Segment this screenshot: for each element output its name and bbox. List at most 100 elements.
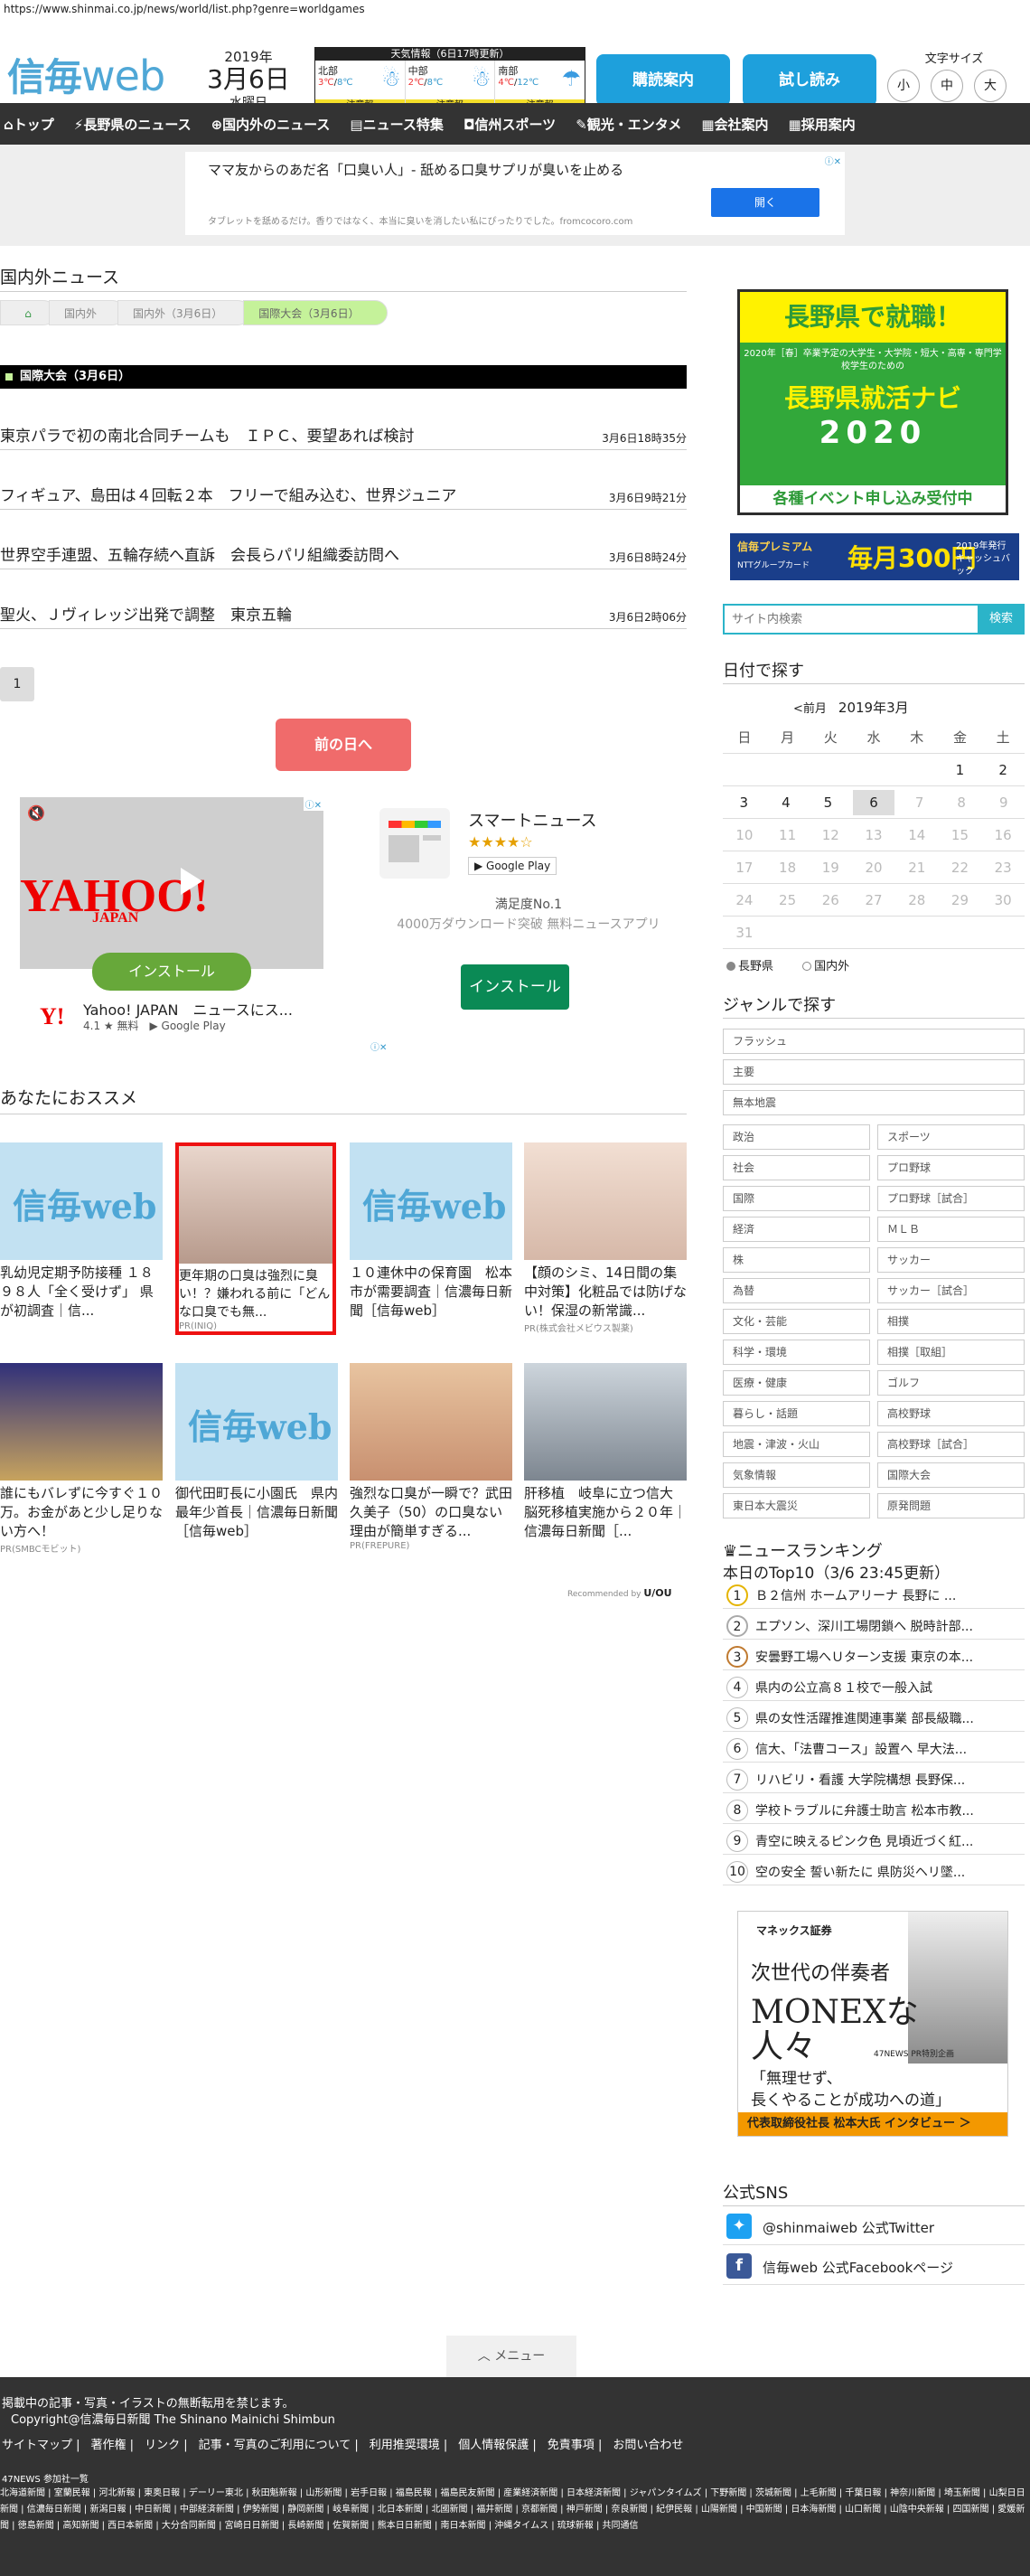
genre-item[interactable]: 科学・環境 bbox=[723, 1340, 870, 1365]
footer-link[interactable]: 免責事項 bbox=[548, 2439, 595, 2452]
subscribe-button[interactable]: 購読案内 bbox=[596, 54, 730, 107]
recommend-card[interactable]: 【顔のシミ、14日間の集中対策】化粧品では防げない！保湿の新常識... PR(株… bbox=[524, 1142, 687, 1334]
footer-link[interactable]: 利用推奨環境 bbox=[370, 2439, 440, 2452]
ranking-item[interactable]: 5 県の女性活躍推進関連事業 部長級職... bbox=[723, 1705, 1025, 1732]
ranking-item[interactable]: 10 空の安全 誓い新たに 県防災ヘリ墜... bbox=[723, 1858, 1025, 1885]
genre-item[interactable]: ＭＬＢ bbox=[877, 1217, 1025, 1242]
genre-item[interactable]: 株 bbox=[723, 1247, 870, 1273]
footer-link[interactable]: 記事・写真のご利用について bbox=[199, 2439, 351, 2452]
smartnews-install-button[interactable]: インストール bbox=[461, 964, 569, 1010]
mute-icon[interactable]: 🔇 bbox=[27, 804, 45, 822]
genre-item[interactable]: フラッシュ bbox=[723, 1029, 1025, 1054]
ranking-item[interactable]: 2 エプソン、深川工場閉鎖へ 脱時計部... bbox=[723, 1612, 1025, 1640]
shukatsu-banner[interactable]: 長野県で就職！ 2020年［春］卒業予定の大学生・大学院・短大・高専・専門学校学… bbox=[737, 289, 1008, 515]
nav-recruit[interactable]: ▦採用案内 bbox=[789, 115, 856, 134]
genre-item[interactable]: プロ野球［試合］ bbox=[877, 1186, 1025, 1211]
recommend-card[interactable]: 強烈な口臭が一瞬で？武田久美子（50）の口臭ない理由が簡単すぎる... PR(F… bbox=[350, 1363, 512, 1551]
genre-item[interactable]: 主要 bbox=[723, 1059, 1025, 1085]
genre-item[interactable]: 原発問題 bbox=[877, 1493, 1025, 1518]
nav-tourism[interactable]: ✎観光・エンタメ bbox=[576, 115, 681, 134]
search-input[interactable] bbox=[723, 604, 979, 635]
footer-link[interactable]: サイトマップ bbox=[2, 2439, 72, 2452]
nav-sports[interactable]: ◘信州スポーツ bbox=[464, 115, 556, 134]
genre-item[interactable]: 高校野球［試合］ bbox=[877, 1432, 1025, 1457]
genre-item[interactable]: 相撲［取組］ bbox=[877, 1340, 1025, 1365]
genre-item[interactable]: 気象情報 bbox=[723, 1462, 870, 1488]
nav-features[interactable]: ▤ニュース特集 bbox=[350, 115, 443, 134]
genre-item[interactable]: 政治 bbox=[723, 1124, 870, 1150]
genre-item[interactable]: 経済 bbox=[723, 1217, 870, 1242]
prev-day-button[interactable]: 前の日へ bbox=[276, 719, 411, 771]
ad-choices-icon[interactable]: ⓘ✕ bbox=[370, 1039, 387, 1053]
ranking-item[interactable]: 3 安曇野工場へＵターン支援 東京の本... bbox=[723, 1643, 1025, 1670]
nav-nagano[interactable]: ⚡長野県のニュース bbox=[74, 115, 192, 134]
genre-item[interactable]: サッカー bbox=[877, 1247, 1025, 1273]
footer-link[interactable]: お問い合わせ bbox=[613, 2439, 683, 2452]
radio-nagano[interactable]: 長野県 bbox=[726, 960, 786, 973]
calendar-day[interactable]: 2 bbox=[981, 762, 1025, 778]
twitter-link[interactable]: ✦ @shinmaiweb 公式Twitter bbox=[723, 2207, 1025, 2245]
footer-papers[interactable]: 北海道新聞 | 室蘭民報 | 河北新報 | 東奥日報 | デーリー東北 | 秋田… bbox=[0, 2486, 1030, 2534]
ad-choices-icon[interactable]: ⓘ✕ bbox=[825, 154, 841, 167]
nav-company[interactable]: ▦会社案内 bbox=[701, 115, 768, 134]
footer-link[interactable]: リンク bbox=[145, 2439, 180, 2452]
genre-item[interactable]: 社会 bbox=[723, 1155, 870, 1180]
trial-button[interactable]: 試し読み bbox=[743, 54, 876, 107]
recommend-card[interactable]: 信毎web 乳幼児定期予防接種 １８９８人「全く受けず」 県が初調査｜信... bbox=[0, 1142, 163, 1321]
genre-item[interactable]: 地震・津波・火山 bbox=[723, 1432, 870, 1457]
recommend-card[interactable]: 信毎web 御代田町長に小園氏 県内最年少首長｜信濃毎日新聞［信毎web］ bbox=[175, 1363, 338, 1541]
news-item[interactable]: フィギュア、島田は４回転２本 フリーで組み込む、世界ジュニア 3月6日9時21分 bbox=[0, 483, 687, 510]
recommend-card[interactable]: 肝移植 岐阜に立つ信大 脳死移植実施から２０年｜信濃毎日新聞［... bbox=[524, 1363, 687, 1541]
genre-item[interactable]: ゴルフ bbox=[877, 1370, 1025, 1396]
calendar-day[interactable]: 3 bbox=[723, 794, 765, 811]
ranking-item[interactable]: 4 県内の公立高８１校で一般入試 bbox=[723, 1674, 1025, 1701]
play-icon[interactable] bbox=[181, 868, 202, 895]
genre-item[interactable]: 東日本大震災 bbox=[723, 1493, 870, 1518]
genre-item[interactable]: 暮らし・話題 bbox=[723, 1401, 870, 1426]
genre-item[interactable]: サッカー［試合］ bbox=[877, 1278, 1025, 1303]
url-bar[interactable]: https://www.shinmai.co.jp/news/world/lis… bbox=[0, 0, 1030, 20]
calendar-day-today[interactable]: 6 bbox=[852, 789, 895, 815]
menu-button[interactable]: ︿ メニュー bbox=[446, 2336, 576, 2377]
genre-item[interactable]: 文化・芸能 bbox=[723, 1309, 870, 1334]
page-number[interactable]: 1 bbox=[0, 667, 34, 701]
site-logo[interactable]: 信毎web bbox=[7, 47, 165, 102]
recommend-card[interactable]: 信毎web １０連休中の保育園 松本市が需要調査｜信濃毎日新聞［信毎web］ bbox=[350, 1142, 512, 1321]
genre-item[interactable]: 医療・健康 bbox=[723, 1370, 870, 1396]
calendar-day[interactable]: 5 bbox=[807, 794, 849, 811]
ad-open-button[interactable]: 開く bbox=[711, 188, 819, 217]
smartnews-ad[interactable]: スマートニュース ★★★★☆ ▶ Google Play 満足度No.1 400… bbox=[379, 797, 678, 1014]
ranking-item[interactable]: 8 学校トラブルに弁護士助言 松本市教... bbox=[723, 1797, 1025, 1824]
radio-world[interactable]: 国内外 bbox=[802, 960, 862, 973]
ranking-item[interactable]: 9 青空に映えるピンク色 見頃近づく紅... bbox=[723, 1828, 1025, 1855]
font-size-large-button[interactable]: 大 bbox=[974, 70, 1007, 102]
calendar-day[interactable]: 4 bbox=[765, 794, 808, 811]
yahoo-video-ad[interactable]: 🔇 ⓘ✕ YAHOO! JAPAN bbox=[20, 797, 323, 969]
genre-item[interactable]: 国際 bbox=[723, 1186, 870, 1211]
nav-world[interactable]: ⊕国内外のニュース bbox=[211, 115, 331, 134]
ad-banner[interactable]: ママ友からのあだ名「口臭い人」- 舐める口臭サプリが臭いを止める タブレットを舐… bbox=[185, 152, 845, 235]
recommend-card[interactable]: 誰にもバレずに今すぐ１０万。お金があと少し足りない方へ！ PR(SMBCモビット… bbox=[0, 1363, 163, 1555]
breadcrumb-world-date[interactable]: 国内外（3月6日） bbox=[117, 300, 251, 325]
news-item[interactable]: 世界空手連盟、五輪存続へ直訴 会長らパリ組織委訪問へ 3月6日8時24分 bbox=[0, 542, 687, 569]
monex-banner[interactable]: マネックス証券 次世代の伴奏者 MONEXな 人々 47NEWS PR特別企画 … bbox=[737, 1911, 1008, 2137]
genre-item[interactable]: 高校野球 bbox=[877, 1401, 1025, 1426]
ranking-item[interactable]: 1 Ｂ２信州 ホームアリーナ 長野に ... bbox=[723, 1582, 1025, 1609]
ranking-item[interactable]: 6 信大、「法曹コース」設置へ 早大法... bbox=[723, 1735, 1025, 1763]
calendar-prev-month[interactable]: <前月 bbox=[793, 702, 827, 716]
font-size-medium-button[interactable]: 中 bbox=[931, 70, 963, 102]
font-size-small-button[interactable]: 小 bbox=[887, 70, 920, 102]
search-button[interactable]: 検索 bbox=[978, 604, 1025, 635]
genre-item[interactable]: 相撲 bbox=[877, 1309, 1025, 1334]
ranking-item[interactable]: 7 リハビリ・看護 大学院構想 長野保... bbox=[723, 1766, 1025, 1793]
news-item[interactable]: 聖火、Ｊヴィレッジ出発で調整 東京五輪 3月6日2時06分 bbox=[0, 602, 687, 629]
genre-item[interactable]: スポーツ bbox=[877, 1124, 1025, 1150]
calendar-day[interactable]: 1 bbox=[939, 762, 982, 778]
recommend-card[interactable]: 更年期の口臭は強烈に臭い！？嫌われる前に「どんな口臭でも無... PR(INIQ… bbox=[175, 1142, 336, 1335]
genre-item[interactable]: 為替 bbox=[723, 1278, 870, 1303]
nav-top[interactable]: ⌂トップ bbox=[4, 115, 54, 134]
breadcrumb-home[interactable]: ⌂ bbox=[0, 300, 56, 325]
genre-item[interactable]: 無本地震 bbox=[723, 1090, 1025, 1115]
premium-banner[interactable]: 信毎プレミアム NTTグループカード 毎月300円 2019年発行キャッシュバッ… bbox=[730, 533, 1019, 580]
footer-link[interactable]: 個人情報保護 bbox=[458, 2439, 529, 2452]
